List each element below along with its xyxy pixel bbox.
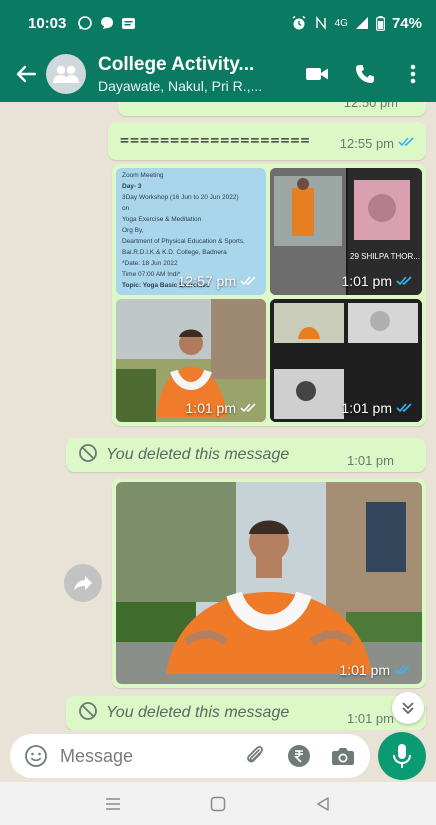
album-video-call-screenshot[interactable]: 1:01 pm	[270, 299, 422, 422]
group-title: College Activity...	[98, 54, 255, 75]
message-time: 12:50 pm	[343, 102, 398, 110]
attach-icon[interactable]	[240, 741, 270, 771]
message-text: ===================	[120, 131, 311, 149]
mic-button[interactable]	[378, 732, 426, 780]
alarm-icon	[291, 15, 307, 31]
message-input-box[interactable]: Message	[10, 734, 370, 778]
media-time: 1:01 pm	[339, 662, 390, 678]
doc-line: on	[122, 205, 130, 212]
double-chevron-down-icon	[402, 702, 414, 715]
doc-line: Org By,	[122, 227, 144, 234]
recent-apps-icon[interactable]	[98, 789, 128, 819]
rupee-payment-icon[interactable]	[284, 741, 314, 771]
back-arrow-icon[interactable]	[14, 62, 38, 86]
album-video-call-screenshot[interactable]: 29 SHILPA THOR... 1:01 pm	[270, 168, 422, 295]
doc-line: *Date: 18 Jun 2022	[122, 260, 178, 267]
message-time: 1:01 pm	[347, 711, 394, 726]
message-time: 1:01 pm	[347, 453, 394, 468]
group-members: Dayawate, Nakul, Pri R.,...	[98, 78, 263, 94]
status-time: 10:03	[28, 14, 67, 32]
nfc-icon	[314, 16, 328, 30]
message-icon	[121, 17, 136, 30]
photo-message[interactable]: 1:01 pm	[112, 478, 426, 688]
system-nav-bar	[0, 782, 436, 825]
deleted-text: You deleted this message	[106, 446, 290, 463]
emoji-icon[interactable]	[22, 742, 50, 770]
group-avatar-icon[interactable]	[46, 54, 86, 94]
album-document-image[interactable]: Zoom Meeting Day- 3 3Day Workshop (16 Ju…	[116, 168, 266, 295]
media-time: 1:01 pm	[341, 273, 392, 289]
doc-line: Day- 3	[122, 183, 142, 190]
message-time: 12:55 pm	[339, 135, 394, 151]
participant-name: 29 SHILPA THOR...	[350, 252, 420, 261]
chat-area[interactable]: 12:50 pm =================== 12:55 pm Zo…	[0, 102, 436, 730]
battery-level: 74%	[391, 14, 422, 32]
media-time: 1:01 pm	[185, 400, 236, 416]
scroll-to-bottom-button[interactable]	[392, 692, 424, 724]
home-icon[interactable]	[203, 789, 233, 819]
message-bubble[interactable]: 12:50 pm	[118, 102, 426, 116]
forward-icon[interactable]	[64, 564, 102, 602]
doc-line: Zoom Meeting	[122, 172, 164, 179]
doc-line: Yoga Exercise & Meditation	[122, 216, 202, 223]
doc-line: Deartment of Physical Education & Sports…	[122, 238, 245, 245]
network-label: 4G	[334, 17, 348, 29]
media-album[interactable]: Zoom Meeting Day- 3 3Day Workshop (16 Ju…	[112, 164, 426, 426]
doc-line: 3Day Workshop (16 Jun to 20 Jun 2022)	[122, 194, 239, 201]
yoga-photo[interactable]: 1:01 pm	[116, 482, 422, 684]
message-bubble[interactable]: =================== 12:55 pm	[108, 122, 426, 160]
blocked-icon	[78, 443, 98, 468]
doc-line: Bai.R.D.I.K.& K.D. College, Badnera	[122, 249, 227, 256]
deleted-message[interactable]: You deleted this message 1:01 pm	[66, 696, 426, 730]
chat-icon	[100, 16, 114, 30]
read-receipt-icon	[396, 273, 414, 289]
read-receipt-icon	[398, 134, 416, 152]
status-bar: 10:03 4G 74%	[0, 0, 436, 46]
album-yoga-photo[interactable]: 1:01 pm	[116, 299, 266, 422]
read-receipt-icon	[396, 400, 414, 416]
media-time: 1:01 pm	[341, 400, 392, 416]
deleted-text: You deleted this message	[106, 704, 290, 721]
camera-icon[interactable]	[328, 741, 358, 771]
read-receipt-icon	[240, 400, 258, 416]
read-receipt-icon	[240, 273, 258, 289]
blocked-icon	[78, 701, 98, 726]
read-receipt-icon	[394, 662, 412, 678]
voice-call-icon[interactable]	[352, 61, 378, 87]
message-composer: Message	[0, 730, 436, 782]
video-call-icon[interactable]	[304, 61, 330, 87]
deleted-message[interactable]: You deleted this message 1:01 pm	[66, 438, 426, 472]
chat-title-block[interactable]: College Activity... Dayawate, Nakul, Pri…	[98, 54, 296, 94]
back-nav-icon[interactable]	[308, 789, 338, 819]
chat-header: College Activity... Dayawate, Nakul, Pri…	[0, 46, 436, 102]
battery-icon	[376, 15, 385, 31]
message-input[interactable]: Message	[60, 746, 226, 767]
mic-icon	[393, 744, 411, 768]
media-time: 12:57 pm	[177, 273, 236, 289]
signal-icon	[355, 16, 369, 30]
whatsapp-icon	[77, 15, 93, 31]
more-options-icon[interactable]	[400, 61, 426, 87]
